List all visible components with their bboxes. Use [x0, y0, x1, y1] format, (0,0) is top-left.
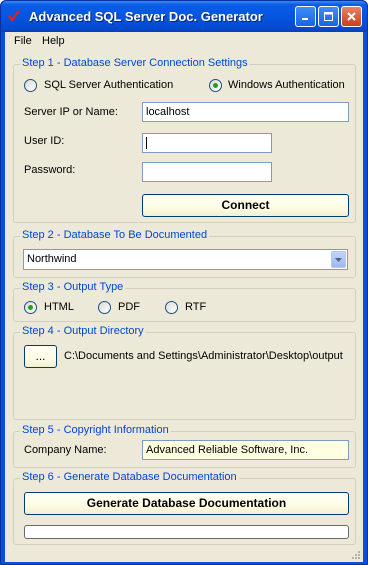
close-icon — [347, 12, 356, 21]
check-mark-icon — [8, 10, 20, 23]
client-area: File Help Step 1 - Database Server Conne… — [5, 32, 363, 562]
company-input[interactable]: Advanced Reliable Software, Inc. — [142, 440, 349, 460]
step3-group: Step 3 - Output Type HTML PDF RTF — [13, 281, 356, 322]
server-label: Server IP or Name: — [24, 106, 118, 118]
window-title: Advanced SQL Server Doc. Generator — [29, 9, 263, 24]
rtf-radio[interactable] — [165, 301, 178, 314]
connect-button[interactable]: Connect — [142, 194, 349, 217]
step4-group: Step 4 - Output Directory ... C:\Documen… — [13, 325, 356, 420]
password-label: Password: — [24, 164, 76, 176]
server-input[interactable]: localhost — [142, 102, 349, 122]
browse-button[interactable]: ... — [24, 345, 57, 368]
minimize-button[interactable] — [295, 6, 316, 27]
step2-legend: Step 2 - Database To Be Documented — [20, 229, 210, 241]
pdf-label[interactable]: PDF — [118, 301, 140, 313]
database-dropdown-value: Northwind — [27, 253, 77, 265]
minimize-icon — [302, 18, 308, 20]
pdf-radio[interactable] — [98, 301, 111, 314]
menu-file[interactable]: File — [14, 35, 32, 47]
windows-auth-radio[interactable] — [209, 79, 222, 92]
rtf-label[interactable]: RTF — [185, 301, 206, 313]
output-path: C:\Documents and Settings\Administrator\… — [64, 350, 343, 362]
radio-selected-dot — [28, 305, 33, 310]
database-dropdown[interactable]: Northwind — [23, 249, 348, 270]
title-bar[interactable]: Advanced SQL Server Doc. Generator — [1, 1, 367, 32]
chevron-down-icon — [335, 257, 342, 262]
step5-legend: Step 5 - Copyright Information — [20, 424, 171, 436]
step5-group: Step 5 - Copyright Information Company N… — [13, 424, 356, 468]
maximize-icon — [324, 12, 333, 21]
step6-group: Step 6 - Generate Database Documentation… — [13, 471, 356, 545]
user-id-label: User ID: — [24, 135, 65, 147]
sql-auth-label[interactable]: SQL Server Authentication — [44, 79, 173, 91]
company-label: Company Name: — [24, 444, 107, 456]
step1-group: Step 1 - Database Server Connection Sett… — [13, 57, 356, 223]
step6-legend: Step 6 - Generate Database Documentation — [20, 471, 239, 483]
html-radio[interactable] — [24, 301, 37, 314]
menu-bar: File Help — [5, 32, 363, 52]
step1-legend: Step 1 - Database Server Connection Sett… — [20, 57, 250, 69]
radio-selected-dot — [213, 83, 218, 88]
user-id-input[interactable] — [142, 133, 272, 153]
app-window: Advanced SQL Server Doc. Generator File … — [0, 0, 368, 565]
step3-legend: Step 3 - Output Type — [20, 281, 126, 293]
windows-auth-label[interactable]: Windows Authentication — [228, 79, 345, 91]
dropdown-button[interactable] — [331, 251, 346, 268]
menu-help[interactable]: Help — [42, 35, 65, 47]
text-caret — [146, 137, 147, 150]
sql-auth-radio[interactable] — [24, 79, 37, 92]
progress-bar — [24, 525, 349, 539]
resize-grip-icon[interactable] — [350, 549, 361, 560]
step2-group: Step 2 - Database To Be Documented North… — [13, 229, 356, 278]
maximize-button[interactable] — [318, 6, 339, 27]
password-input[interactable] — [142, 162, 272, 182]
generate-button[interactable]: Generate Database Documentation — [24, 492, 349, 515]
step4-legend: Step 4 - Output Directory — [20, 325, 146, 337]
close-button[interactable] — [341, 6, 362, 27]
html-label[interactable]: HTML — [44, 301, 74, 313]
